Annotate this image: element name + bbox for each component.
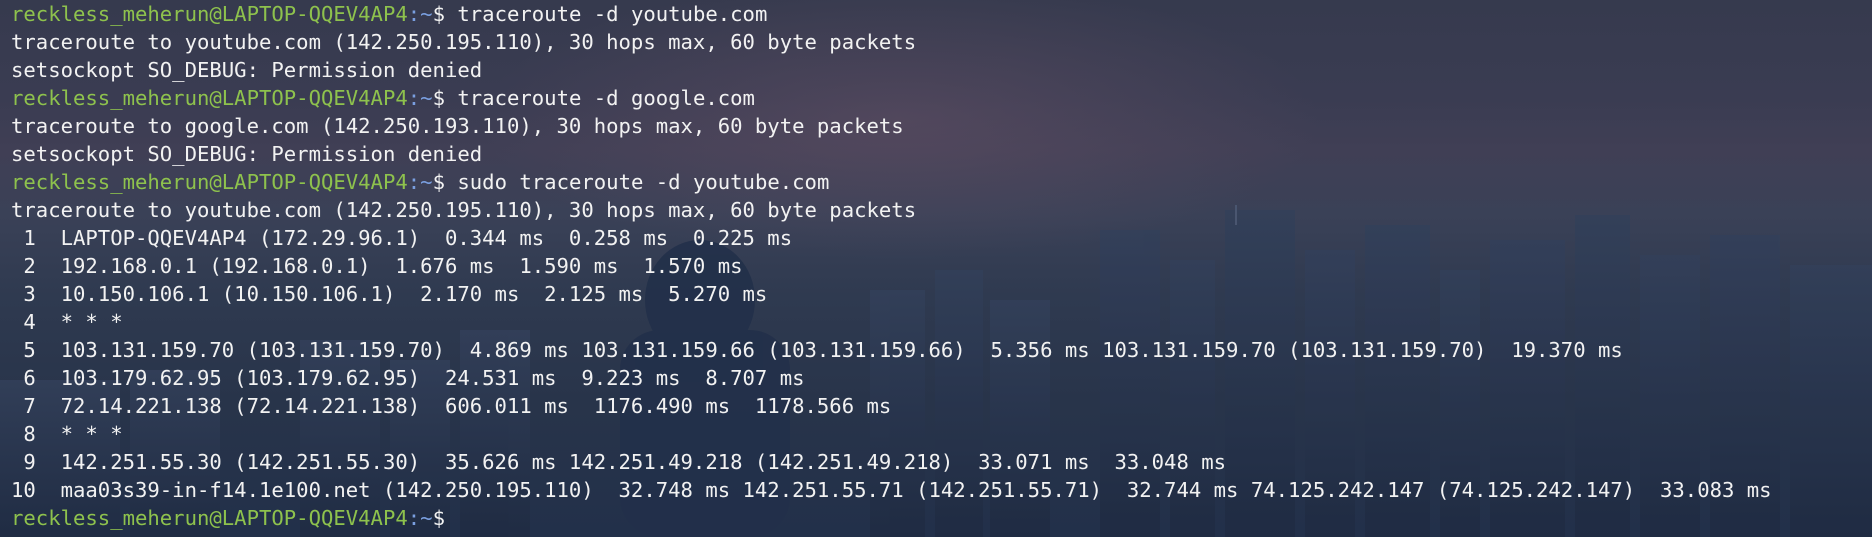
output-line: 4 * * * bbox=[11, 310, 123, 334]
prompt-symbol: $ bbox=[432, 2, 445, 26]
prompt-line: reckless_meherun@LAPTOP-QQEV4AP4:~$ trac… bbox=[11, 0, 1872, 28]
prompt-user-host: reckless_meherun@LAPTOP-QQEV4AP4 bbox=[11, 506, 408, 530]
prompt-line: reckless_meherun@LAPTOP-QQEV4AP4:~$ sudo… bbox=[11, 168, 1872, 196]
output-line: traceroute to google.com (142.250.193.11… bbox=[11, 114, 904, 138]
command-text: sudo traceroute -d youtube.com bbox=[444, 170, 830, 194]
prompt-line: reckless_meherun@LAPTOP-QQEV4AP4:~$ bbox=[11, 504, 1872, 532]
output-line: traceroute to youtube.com (142.250.195.1… bbox=[11, 198, 917, 222]
output-line: 6 103.179.62.95 (103.179.62.95) 24.531 m… bbox=[11, 366, 805, 390]
command-text: traceroute -d google.com bbox=[444, 86, 755, 110]
prompt-symbol: $ bbox=[432, 170, 445, 194]
prompt-path: :~ bbox=[407, 506, 433, 530]
prompt-user-host: reckless_meherun@LAPTOP-QQEV4AP4 bbox=[11, 170, 408, 194]
output-line: 5 103.131.159.70 (103.131.159.70) 4.869 … bbox=[11, 338, 1623, 362]
prompt-path: :~ bbox=[407, 2, 433, 26]
command-text: traceroute -d youtube.com bbox=[444, 2, 768, 26]
prompt-symbol: $ bbox=[432, 506, 445, 530]
prompt-path: :~ bbox=[407, 170, 433, 194]
output-line: 7 72.14.221.138 (72.14.221.138) 606.011 … bbox=[11, 394, 892, 418]
output-line: setsockopt SO_DEBUG: Permission denied bbox=[11, 142, 483, 166]
prompt-user-host: reckless_meherun@LAPTOP-QQEV4AP4 bbox=[11, 2, 408, 26]
prompt-path: :~ bbox=[407, 86, 433, 110]
output-line: setsockopt SO_DEBUG: Permission denied bbox=[11, 58, 483, 82]
output-line: 10 maa03s39-in-f14.1e100.net (142.250.19… bbox=[11, 478, 1772, 502]
prompt-line: reckless_meherun@LAPTOP-QQEV4AP4:~$ trac… bbox=[11, 84, 1872, 112]
output-line: 8 * * * bbox=[11, 422, 123, 446]
output-line: 2 192.168.0.1 (192.168.0.1) 1.676 ms 1.5… bbox=[11, 254, 743, 278]
output-line: 1 LAPTOP-QQEV4AP4 (172.29.96.1) 0.344 ms… bbox=[11, 226, 793, 250]
terminal-output[interactable]: reckless_meherun@LAPTOP-QQEV4AP4:~$ trac… bbox=[11, 0, 1872, 537]
prompt-user-host: reckless_meherun@LAPTOP-QQEV4AP4 bbox=[11, 86, 408, 110]
output-line: 9 142.251.55.30 (142.251.55.30) 35.626 m… bbox=[11, 450, 1227, 474]
output-line: 3 10.150.106.1 (10.150.106.1) 2.170 ms 2… bbox=[11, 282, 768, 306]
output-line: traceroute to youtube.com (142.250.195.1… bbox=[11, 30, 917, 54]
prompt-symbol: $ bbox=[432, 86, 445, 110]
